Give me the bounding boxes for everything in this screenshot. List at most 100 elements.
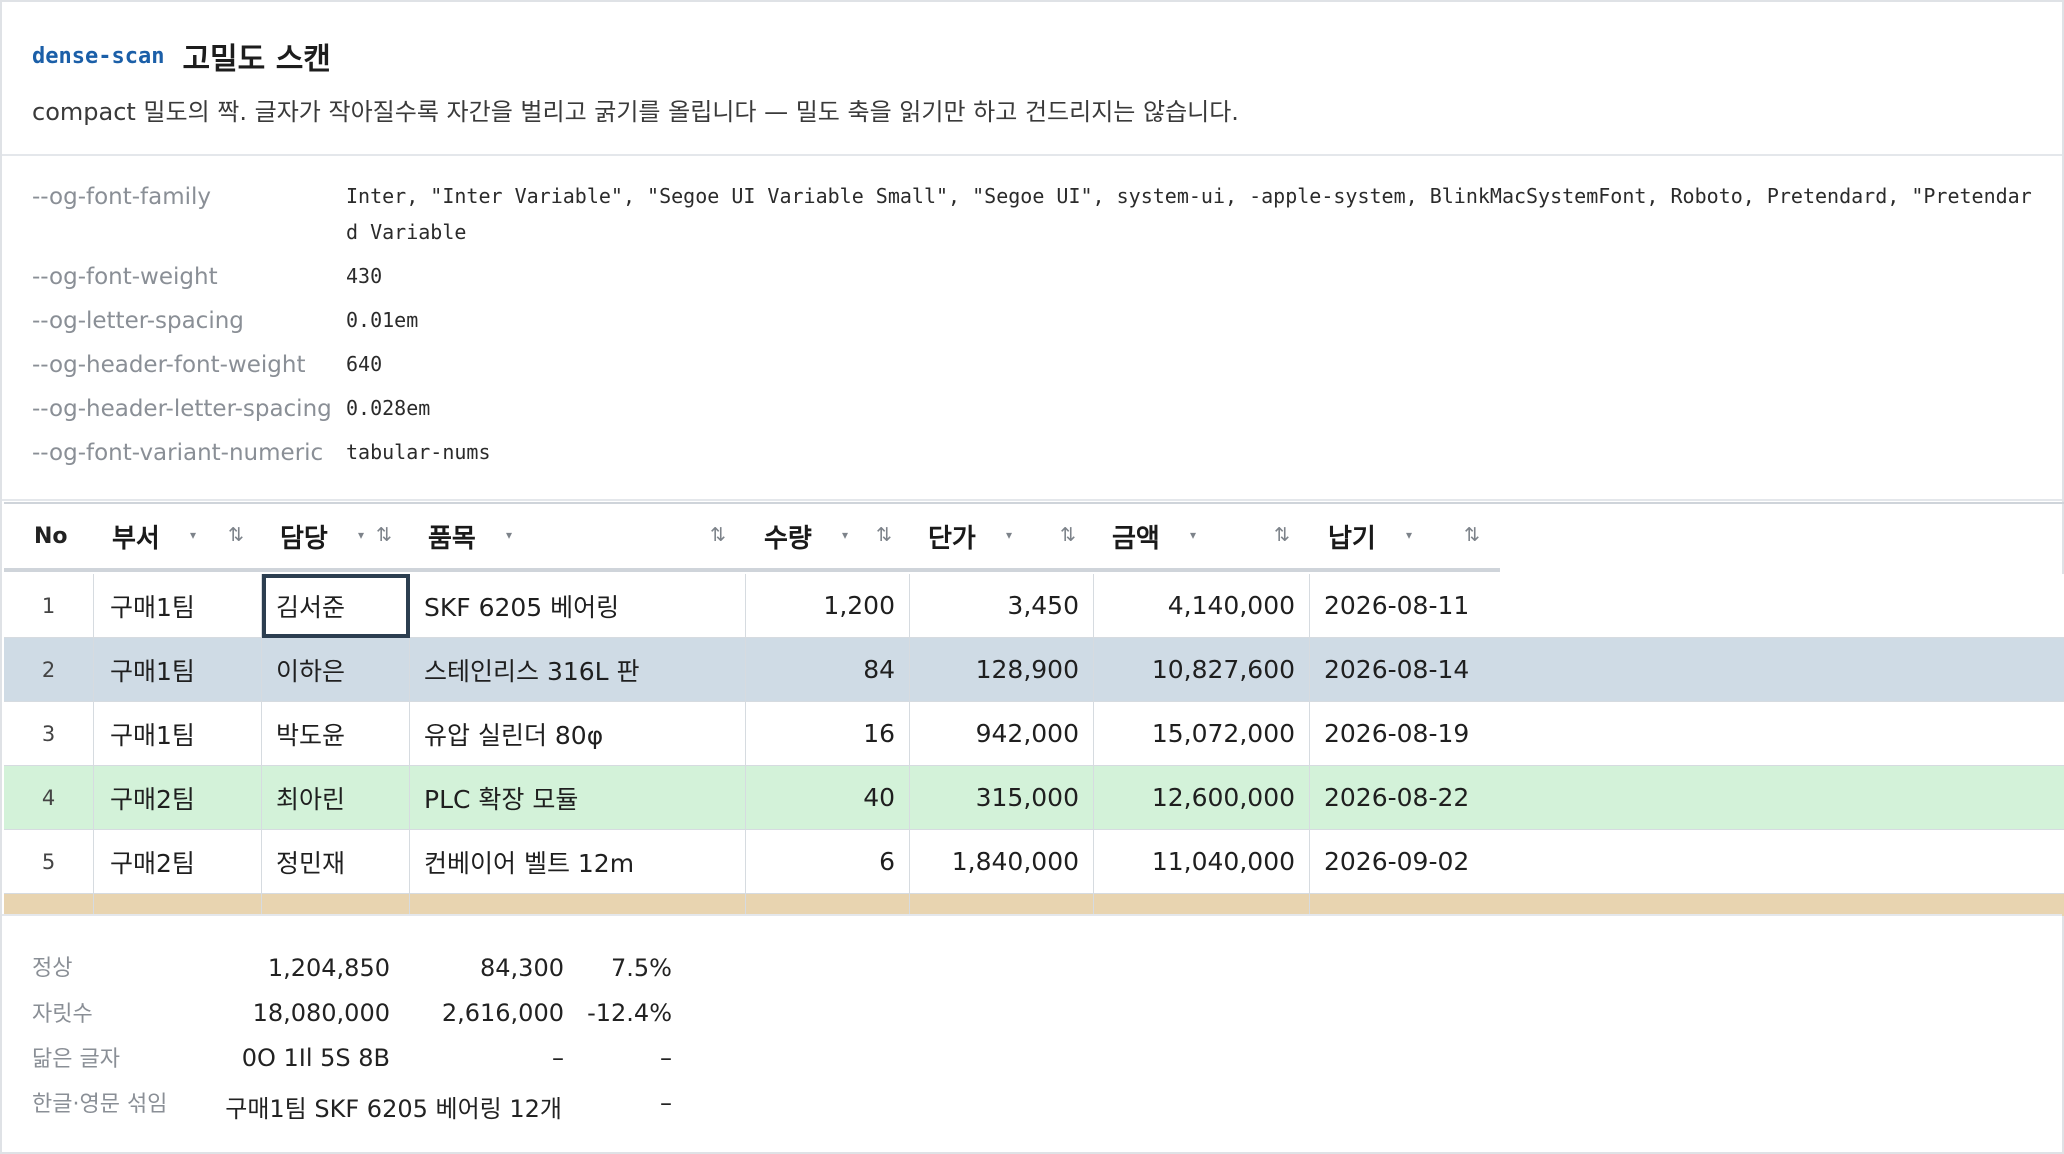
- cell-item[interactable]: 유압 실린더 80φ: [410, 702, 746, 765]
- column-label: 금액: [1112, 523, 1160, 554]
- filter-caret-icon[interactable]: ▾: [358, 528, 364, 542]
- cell-owner[interactable]: 이하은: [262, 638, 410, 701]
- column-label: 부서: [112, 523, 160, 554]
- sort-icon[interactable]: ⇅: [376, 524, 392, 546]
- panel-description: compact 밀도의 짝. 글자가 작아질수록 자간을 벌리고 굵기를 올립니…: [32, 98, 1239, 126]
- sort-icon[interactable]: ⇅: [228, 524, 244, 546]
- cell-due[interactable]: 2026-09-02: [1310, 830, 2064, 893]
- cell-no: 3: [4, 702, 94, 765]
- column-label: 품목: [428, 523, 476, 554]
- token-value: 0.028em: [346, 396, 431, 420]
- table-row[interactable]: 5 구매2팀 정민재 컨베이어 벨트 12m 6 1,840,000 11,04…: [4, 830, 2064, 894]
- cell-dept[interactable]: 구매1팀: [94, 574, 262, 637]
- cell-price[interactable]: [910, 894, 1094, 916]
- data-grid[interactable]: No 부서 ▾ ⇅ 담당 ▾ ⇅ 품목 ▾ ⇅ 수량 ▾ ⇅ 단가 ▾ ⇅ 금액…: [4, 502, 2064, 916]
- metric-label: 정상: [32, 956, 73, 981]
- sort-icon[interactable]: ⇅: [710, 524, 726, 546]
- filter-caret-icon[interactable]: ▾: [842, 528, 848, 542]
- cell-dept[interactable]: 구매2팀: [94, 766, 262, 829]
- cell-item[interactable]: 스테인리스 316L 판: [410, 638, 746, 701]
- divider: [2, 914, 2062, 916]
- filter-caret-icon[interactable]: ▾: [1406, 528, 1412, 542]
- token-key: --og-letter-spacing: [32, 308, 244, 334]
- cell-price[interactable]: 128,900: [910, 638, 1094, 701]
- table-row[interactable]: 1 구매1팀 김서준 SKF 6205 베어링 1,200 3,450 4,14…: [4, 574, 2064, 638]
- cell-due[interactable]: [1310, 894, 2064, 916]
- table-row[interactable]: 3 구매1팀 박도윤 유압 실린더 80φ 16 942,000 15,072,…: [4, 702, 2064, 766]
- token-key: --og-font-weight: [32, 264, 218, 290]
- cell-qty[interactable]: 1,200: [746, 574, 910, 637]
- cell-amount[interactable]: 4,140,000: [1094, 574, 1310, 637]
- grid-header: No 부서 ▾ ⇅ 담당 ▾ ⇅ 품목 ▾ ⇅ 수량 ▾ ⇅ 단가 ▾ ⇅ 금액…: [4, 504, 1500, 572]
- cell-no: 4: [4, 766, 94, 829]
- filter-caret-icon[interactable]: ▾: [1006, 528, 1012, 542]
- cell-amount[interactable]: 12,600,000: [1094, 766, 1310, 829]
- cell-dept[interactable]: 구매2팀: [94, 894, 262, 916]
- cell-qty[interactable]: 40: [746, 766, 910, 829]
- sort-icon[interactable]: ⇅: [1464, 524, 1480, 546]
- column-header-owner[interactable]: 담당: [280, 504, 328, 568]
- cell-amount[interactable]: [1094, 894, 1310, 916]
- cell-qty[interactable]: 16: [746, 702, 910, 765]
- metric-label: 닮은 글자: [32, 1047, 120, 1072]
- column-header-qty[interactable]: 수량: [764, 504, 812, 568]
- cell-dept[interactable]: 구매2팀: [94, 830, 262, 893]
- filter-caret-icon[interactable]: ▾: [1190, 528, 1196, 542]
- cell-item[interactable]: 밸브 주석용: [410, 894, 746, 916]
- metric-value: 0O 1Il 5S 8B: [241, 1044, 390, 1072]
- cell-item[interactable]: PLC 확장 모듈: [410, 766, 746, 829]
- column-header-item[interactable]: 품목: [428, 504, 476, 568]
- cell-owner[interactable]: 한서연: [262, 894, 410, 916]
- cell-dept[interactable]: 구매1팀: [94, 702, 262, 765]
- cell-due[interactable]: 2026-08-19: [1310, 702, 2064, 765]
- cell-price[interactable]: 1,840,000: [910, 830, 1094, 893]
- cell-amount[interactable]: 15,072,000: [1094, 702, 1310, 765]
- cell-qty[interactable]: 6: [746, 830, 910, 893]
- token-value: 640: [346, 352, 383, 376]
- panel-header: dense-scan 고밀도 스캔: [32, 34, 331, 78]
- cell-due[interactable]: 2026-08-14: [1310, 638, 2064, 701]
- dense-scan-panel: dense-scan 고밀도 스캔 compact 밀도의 짝. 글자가 작아질…: [0, 0, 2064, 1154]
- column-header-no[interactable]: No: [34, 504, 68, 568]
- cell-owner[interactable]: 김서준: [262, 574, 410, 637]
- table-row[interactable]: 2 구매1팀 이하은 스테인리스 316L 판 84 128,900 10,82…: [4, 638, 2064, 702]
- column-label: 납기: [1328, 523, 1376, 554]
- metric-label: 자릿수: [32, 1002, 93, 1027]
- token-key: --og-font-family: [32, 184, 212, 210]
- divider: [2, 154, 2062, 156]
- sort-icon[interactable]: ⇅: [1060, 524, 1076, 546]
- table-row[interactable]: 4 구매2팀 최아린 PLC 확장 모듈 40 315,000 12,600,0…: [4, 766, 2064, 830]
- cell-qty[interactable]: [746, 894, 910, 916]
- sort-icon[interactable]: ⇅: [1274, 524, 1290, 546]
- column-header-dept[interactable]: 부서: [112, 504, 160, 568]
- cell-owner[interactable]: 박도윤: [262, 702, 410, 765]
- cell-owner[interactable]: 최아린: [262, 766, 410, 829]
- column-label: 단가: [928, 523, 976, 554]
- filter-caret-icon[interactable]: ▾: [190, 528, 196, 542]
- metric-value: 7.5%: [611, 954, 672, 982]
- token-value: tabular-nums: [346, 440, 491, 464]
- filter-caret-icon[interactable]: ▾: [506, 528, 512, 542]
- cell-item[interactable]: 컨베이어 벨트 12m: [410, 830, 746, 893]
- sort-icon[interactable]: ⇅: [876, 524, 892, 546]
- cell-price[interactable]: 942,000: [910, 702, 1094, 765]
- column-header-due[interactable]: 납기: [1328, 504, 1376, 568]
- column-header-amount[interactable]: 금액: [1112, 504, 1160, 568]
- table-row[interactable]: 6 구매2팀 한서연 밸브 주석용: [4, 894, 2064, 916]
- cell-owner[interactable]: 정민재: [262, 830, 410, 893]
- cell-amount[interactable]: 11,040,000: [1094, 830, 1310, 893]
- cell-price[interactable]: 315,000: [910, 766, 1094, 829]
- cell-due[interactable]: 2026-08-11: [1310, 574, 2064, 637]
- token-key: --og-font-variant-numeric: [32, 440, 324, 466]
- cell-qty[interactable]: 84: [746, 638, 910, 701]
- token-key: --og-header-letter-spacing: [32, 396, 332, 422]
- cell-price[interactable]: 3,450: [910, 574, 1094, 637]
- cell-amount[interactable]: 10,827,600: [1094, 638, 1310, 701]
- token-value: Inter, "Inter Variable", "Segoe UI Varia…: [346, 184, 2032, 244]
- cell-item[interactable]: SKF 6205 베어링: [410, 574, 746, 637]
- column-header-price[interactable]: 단가: [928, 504, 976, 568]
- column-label: No: [34, 523, 68, 549]
- cell-due[interactable]: 2026-08-22: [1310, 766, 2064, 829]
- cell-no: 5: [4, 830, 94, 893]
- cell-dept[interactable]: 구매1팀: [94, 638, 262, 701]
